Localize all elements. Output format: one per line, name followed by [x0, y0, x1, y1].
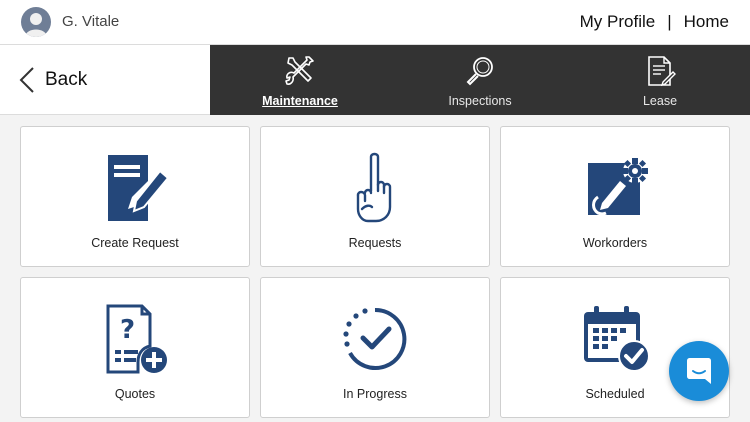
document-pen-icon — [648, 56, 676, 87]
tab-lease[interactable]: Lease — [570, 45, 750, 115]
tile-create-request[interactable]: Create Request — [20, 126, 250, 267]
user-name: G. Vitale — [62, 13, 120, 30]
tab-inspections-label: Inspections — [448, 94, 512, 108]
svg-text:?: ? — [120, 315, 135, 345]
magnifier-icon — [466, 57, 493, 86]
tile-quotes-label: Quotes — [114, 387, 156, 401]
tile-create-request-label: Create Request — [91, 236, 179, 250]
tab-maintenance[interactable]: Maintenance — [210, 45, 390, 115]
top-header: G. Vitale My Profile | Home — [0, 0, 750, 45]
tile-requests[interactable]: Requests — [260, 126, 490, 267]
progress-check-icon — [343, 307, 407, 370]
back-button[interactable]: Back — [0, 45, 210, 115]
user-avatar-icon[interactable] — [21, 7, 51, 37]
chat-icon — [687, 358, 711, 384]
chevron-left-icon — [19, 67, 34, 93]
create-request-icon — [108, 155, 170, 221]
raised-finger-icon — [356, 152, 392, 223]
tile-workorders-label: Workorders — [582, 236, 648, 250]
back-label: Back — [45, 69, 88, 90]
quote-question-icon: ? — [106, 304, 167, 374]
tab-maintenance-label: Maintenance — [262, 94, 338, 108]
tile-in-progress[interactable]: In Progress — [260, 277, 490, 418]
section-tab-bar: Maintenance Inspections Lease — [210, 45, 750, 115]
tools-icon — [285, 56, 314, 85]
link-separator: | — [667, 12, 672, 31]
tile-requests-label: Requests — [348, 236, 402, 250]
chat-launcher-button[interactable] — [669, 341, 729, 401]
calendar-check-icon — [584, 306, 650, 372]
tile-workorders[interactable]: Workorders — [500, 126, 730, 267]
my-profile-link[interactable]: My Profile — [580, 12, 656, 32]
tab-inspections[interactable]: Inspections — [390, 45, 570, 115]
home-link[interactable]: Home — [684, 12, 729, 32]
tab-lease-label: Lease — [642, 94, 678, 108]
tile-in-progress-label: In Progress — [343, 387, 407, 401]
tile-quotes[interactable]: ? Quotes — [20, 277, 250, 418]
top-links: My Profile | Home — [580, 12, 729, 32]
workorder-gear-icon — [588, 158, 648, 216]
